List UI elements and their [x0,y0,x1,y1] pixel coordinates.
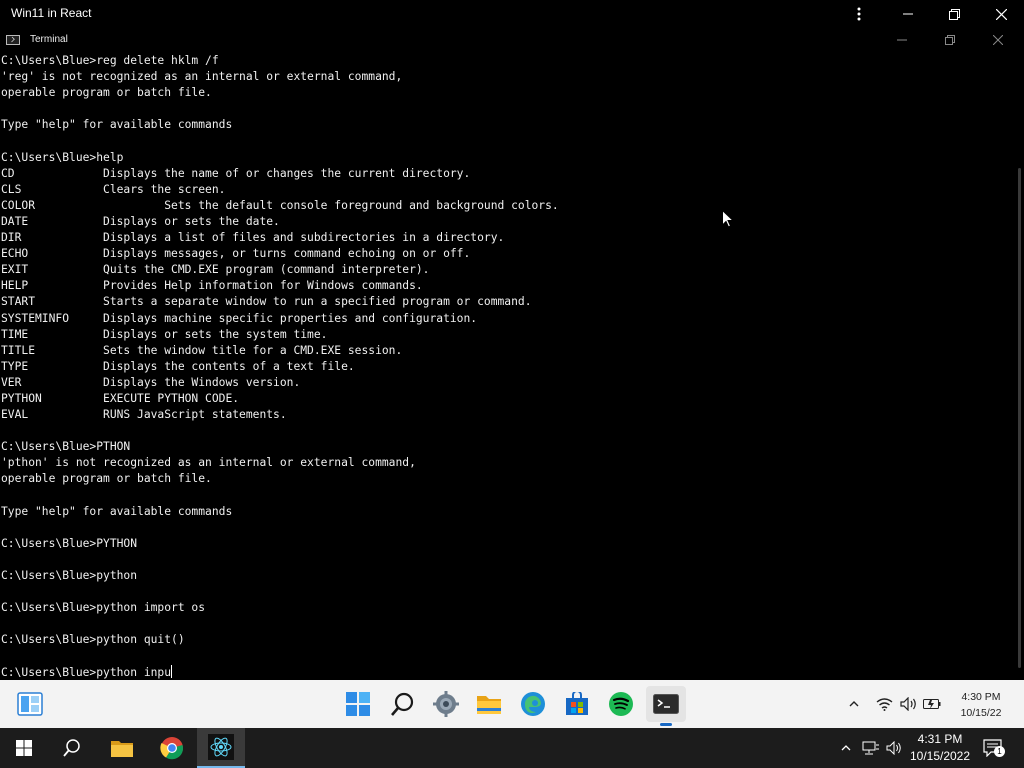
start-icon[interactable] [344,690,372,718]
host-volume-icon[interactable] [884,738,904,758]
console-line: VER Displays the Windows version. [1,375,301,389]
console-line: 'reg' is not recognized as an internal o… [1,70,403,84]
console-line: Type "help" for available commands [1,504,233,518]
settings-icon[interactable] [432,690,460,718]
console-line: TIME Displays or sets the system time. [1,327,328,341]
console-line: CD Displays the name of or changes the c… [1,166,471,180]
host-date: 10/15/2022 [909,749,971,763]
network-icon[interactable] [861,738,881,758]
console-line: EVAL RUNS JavaScript statements. [1,408,287,422]
chrome-icon[interactable] [148,728,196,768]
terminal-active-indicator [660,723,672,726]
console-line: operable program or batch file. [1,472,212,486]
terminal-close-icon[interactable] [983,30,1013,50]
console-line: DIR Displays a list of files and subdire… [1,231,505,245]
terminal-minimize-icon[interactable] [887,30,917,50]
console-line: 'pthon' is not recognized as an internal… [1,456,416,470]
chevron-up-icon[interactable] [846,694,862,714]
console-line: HELP Provides Help information for Windo… [1,279,423,293]
notifications-icon[interactable]: 1 [980,737,1006,759]
volume-icon[interactable] [898,694,918,714]
host-file-explorer-icon[interactable] [98,728,146,768]
windows-start-icon[interactable] [0,728,48,768]
close-icon[interactable] [978,0,1024,28]
store-icon[interactable] [563,690,591,718]
notification-count-badge: 1 [994,746,1005,757]
console-line: START Starts a separate window to run a … [1,295,532,309]
terminal-taskbar-icon[interactable] [646,686,686,722]
console-line: Type "help" for available commands [1,118,233,132]
console-history: C:\Users\Blue>reg delete hklm /f 'reg' i… [1,54,559,646]
console-line: TYPE Displays the contents of a text fil… [1,359,355,373]
host-clock[interactable]: 4:31 PM 10/15/2022 [908,731,972,765]
file-explorer-icon[interactable] [475,690,503,718]
app-title: Win11 in React [11,6,92,20]
app-title-bar: Win11 in React [0,0,1024,28]
restore-icon[interactable] [931,0,977,28]
console-line: operable program or batch file. [1,86,212,100]
terminal-maximize-icon[interactable] [935,30,965,50]
console-line: C:\Users\Blue>help [1,150,124,164]
console-line: DATE Displays or sets the date. [1,214,280,228]
terminal-icon [6,35,20,45]
host-chevron-up-icon[interactable] [838,738,854,758]
console-line: C:\Users\Blue>python import os [1,601,206,615]
console-input-line[interactable]: C:\Users\Blue>python inpu [1,666,171,679]
host-taskbar: 4:31 PM 10/15/2022 1 [0,728,1024,768]
console-line: PYTHON EXECUTE PYTHON CODE. [1,391,240,405]
text-cursor [171,664,173,678]
console-line: C:\Users\Blue>reg delete hklm /f [1,54,219,67]
console-line: C:\Users\Blue>PYTHON [1,536,138,550]
kebab-menu-icon[interactable] [836,0,882,28]
console-line: SYSTEMINFO Displays machine specific pro… [1,311,478,325]
react-app-icon[interactable] [197,728,245,768]
terminal-title: Terminal [30,34,68,45]
console-line: C:\Users\Blue>python [1,569,138,582]
host-search-icon[interactable] [48,728,96,768]
widgets-icon[interactable] [16,690,44,718]
win11-date: 10/15/22 [960,707,1002,719]
search-icon[interactable] [389,690,417,718]
console-text: C:\Users\Blue>reg delete hklm /f 'reg' i… [0,52,1016,680]
host-time: 4:31 PM [917,732,963,746]
console-line: ECHO Displays messages, or turns command… [1,247,471,261]
win11-taskbar: 4:30 PM 10/15/22 [0,680,1024,728]
win11-clock[interactable]: 4:30 PM 10/15/22 [948,689,1014,721]
battery-icon[interactable] [921,694,943,714]
minimize-icon[interactable] [885,0,931,28]
mouse-pointer-icon [722,210,734,228]
wifi-icon[interactable] [874,694,894,714]
console-scrollbar-thumb[interactable] [1018,168,1021,668]
edge-icon[interactable] [519,690,547,718]
console-line: CLS Clears the screen. [1,182,226,196]
console-line: C:\Users\Blue>PTHON [1,440,131,454]
spotify-icon[interactable] [607,690,635,718]
terminal-title-bar[interactable]: Terminal [0,28,1024,52]
console-line: C:\Users\Blue>python quit() [1,633,185,647]
console-line: COLOR Sets the default console foregroun… [1,198,559,212]
win11-time: 4:30 PM [961,691,1001,703]
console-output[interactable]: C:\Users\Blue>reg delete hklm /f 'reg' i… [0,52,1016,680]
console-line: TITLE Sets the window title for a CMD.EX… [1,343,403,357]
console-line: EXIT Quits the CMD.EXE program (command … [1,263,430,277]
